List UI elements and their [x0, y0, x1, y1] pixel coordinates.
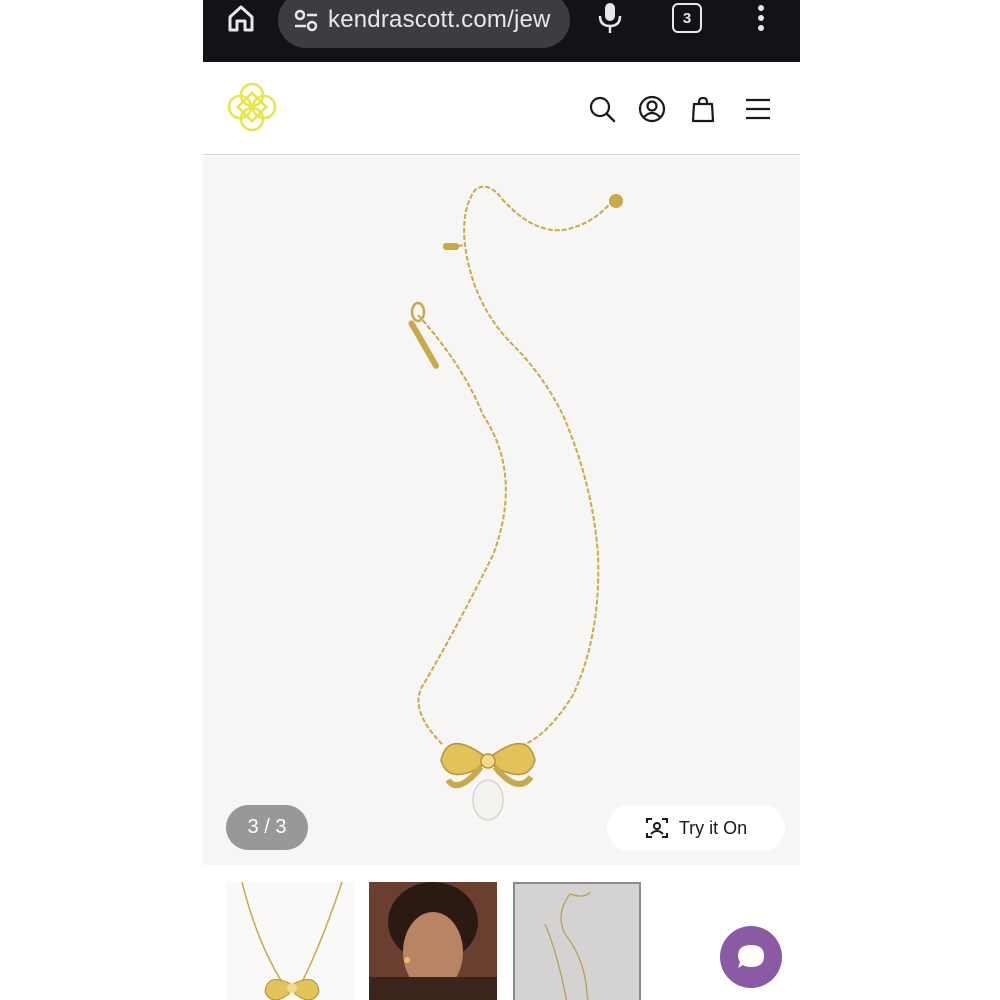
try-it-on-label: Try it On [678, 817, 748, 838]
menu-icon[interactable] [744, 95, 772, 123]
thumbnail-3[interactable] [513, 882, 641, 1000]
thumbnail-strip [203, 865, 800, 1000]
phone-screen: kendrascott.com/jew 3 3 / 3 Try it On [203, 0, 800, 1000]
shopping-bag-icon[interactable] [689, 95, 717, 123]
chat-button[interactable] [720, 926, 782, 988]
url-text: kendrascott.com/jew [328, 6, 551, 33]
mic-icon[interactable] [595, 0, 625, 36]
face-scan-icon [645, 818, 668, 838]
site-settings-icon[interactable] [292, 6, 320, 39]
necklace-product-image [408, 185, 623, 821]
tab-count: 3 [672, 3, 702, 33]
more-icon[interactable] [751, 0, 771, 36]
search-icon[interactable] [588, 95, 616, 123]
kendra-scott-logo[interactable] [225, 80, 279, 139]
thumbnail-1[interactable] [227, 882, 355, 1000]
product-image-gallery[interactable]: 3 / 3 Try it On [203, 155, 800, 865]
home-icon[interactable] [223, 0, 259, 36]
site-header [203, 62, 800, 155]
browser-toolbar: kendrascott.com/jew 3 [203, 0, 800, 62]
chat-bubble-icon [738, 945, 764, 968]
try-it-on-button[interactable]: Try it On [607, 805, 785, 851]
address-bar[interactable]: kendrascott.com/jew [278, 0, 570, 48]
thumbnail-2[interactable] [369, 882, 497, 1000]
account-icon[interactable] [638, 95, 666, 123]
tabs-icon[interactable]: 3 [669, 0, 705, 36]
image-counter: 3 / 3 [226, 805, 308, 850]
